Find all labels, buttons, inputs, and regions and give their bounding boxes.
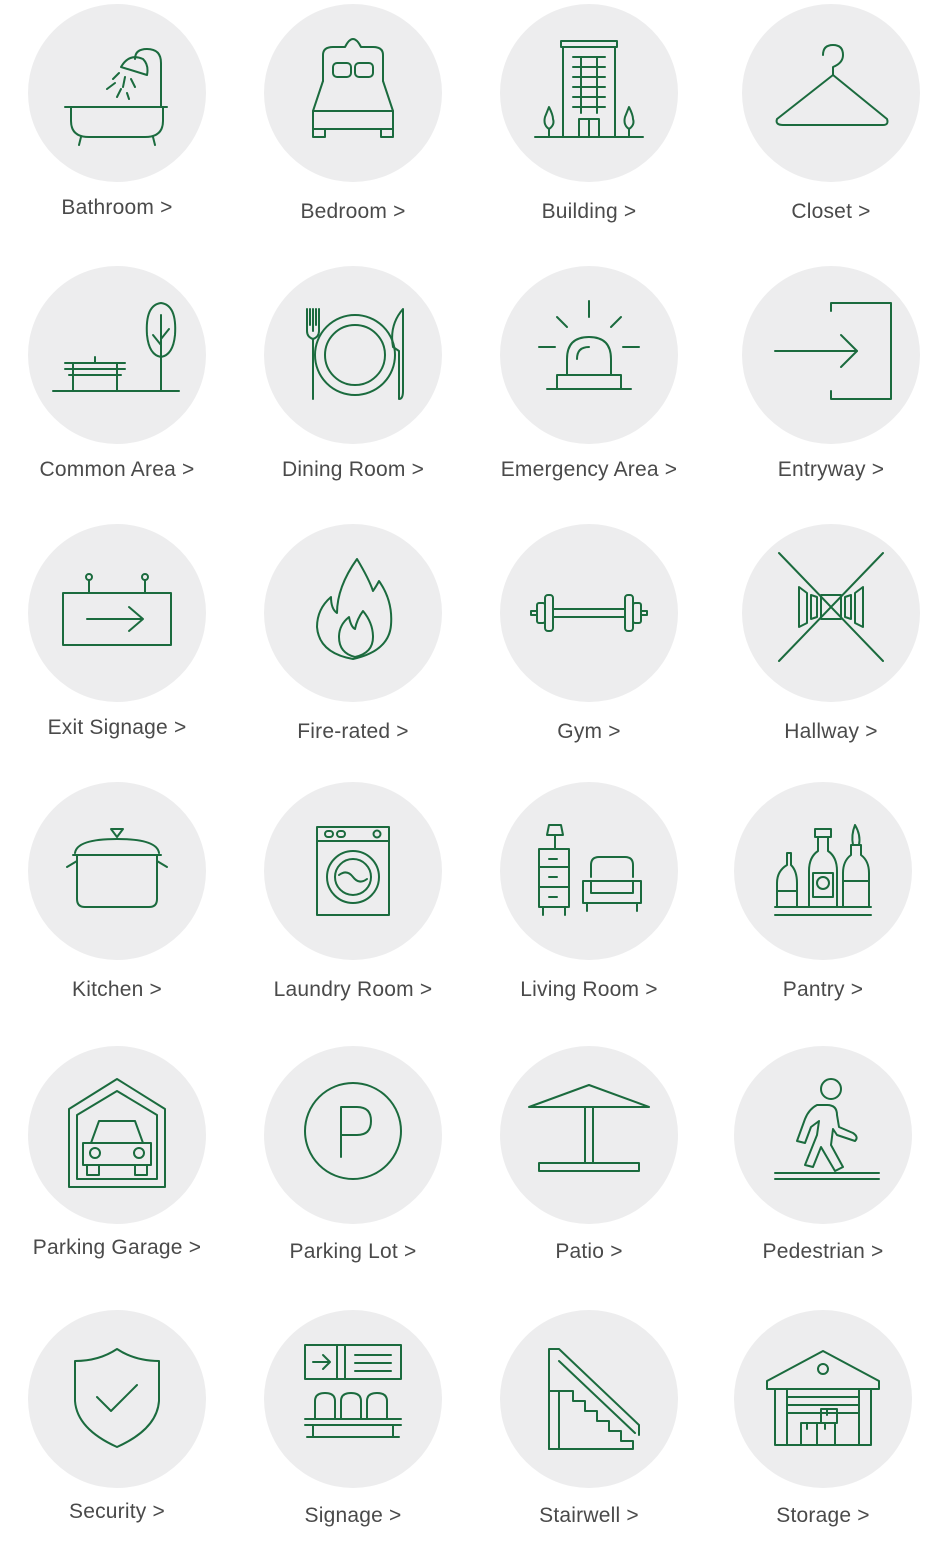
category-tile-signage[interactable]: Signage > [238, 1310, 468, 1550]
bed-icon [264, 4, 442, 182]
category-label: Signage > [304, 1504, 402, 1527]
category-tile-bathroom[interactable]: Bathroom > [2, 4, 232, 244]
category-tile-stairwell[interactable]: Stairwell > [474, 1310, 704, 1550]
category-tile-hallway[interactable]: Hallway > [716, 524, 938, 764]
category-label: Parking Lot > [289, 1240, 417, 1263]
category-tile-pedestrian[interactable]: Pedestrian > [708, 1046, 938, 1286]
category-tile-parking-lot[interactable]: Parking Lot > [238, 1046, 468, 1286]
flame-icon [264, 524, 442, 702]
dumbbell-icon [500, 524, 678, 702]
category-label: Parking Garage > [32, 1236, 202, 1259]
category-label: Exit Signage > [47, 716, 187, 739]
category-label: Living Room > [520, 978, 658, 1001]
category-label: Kitchen > [72, 978, 162, 1001]
category-label: Laundry Room > [273, 978, 433, 1001]
category-tile-closet[interactable]: Closet > [716, 4, 938, 244]
staircase-icon [500, 1310, 678, 1488]
hanging-arrow-sign-icon [28, 524, 206, 702]
category-tile-gym[interactable]: Gym > [474, 524, 704, 764]
warehouse-boxes-icon [734, 1310, 912, 1488]
category-label: Pedestrian > [762, 1240, 884, 1263]
category-label: Pantry > [782, 978, 864, 1001]
category-label: Entryway > [777, 458, 885, 481]
category-tile-dining-room[interactable]: Dining Room > [238, 266, 468, 506]
siren-icon [500, 266, 678, 444]
category-tile-common-area[interactable]: Common Area > [2, 266, 232, 506]
category-tile-kitchen[interactable]: Kitchen > [2, 782, 232, 1022]
category-label: Dining Room > [281, 458, 425, 481]
category-label: Bedroom > [300, 200, 406, 223]
category-tile-patio[interactable]: Patio > [474, 1046, 704, 1286]
category-tile-parking-garage[interactable]: Parking Garage > [2, 1046, 232, 1286]
building-icon [500, 4, 678, 182]
category-tile-entryway[interactable]: Entryway > [716, 266, 938, 506]
category-label: Gym > [557, 720, 621, 743]
category-tile-pantry[interactable]: Pantry > [708, 782, 938, 1022]
category-label: Fire-rated > [297, 720, 409, 743]
hanger-icon [742, 4, 920, 182]
enter-door-icon [742, 266, 920, 444]
garage-car-icon [28, 1046, 206, 1224]
cooking-pot-icon [28, 782, 206, 960]
category-label: Security > [69, 1500, 165, 1523]
category-tile-fire-rated[interactable]: Fire-rated > [238, 524, 468, 764]
plate-fork-knife-icon [264, 266, 442, 444]
category-label: Storage > [776, 1504, 870, 1527]
category-tile-living-room[interactable]: Living Room > [474, 782, 704, 1022]
category-tile-building[interactable]: Building > [474, 4, 704, 244]
parking-p-icon [264, 1046, 442, 1224]
category-tile-storage[interactable]: Storage > [708, 1310, 938, 1550]
washing-machine-icon [264, 782, 442, 960]
walking-person-icon [734, 1046, 912, 1224]
lamp-armchair-icon [500, 782, 678, 960]
patio-umbrella-icon [500, 1046, 678, 1224]
category-label: Closet > [791, 200, 871, 223]
category-label: Stairwell > [539, 1504, 639, 1527]
category-label: Hallway > [784, 720, 878, 743]
category-tile-emergency-area[interactable]: Emergency Area > [474, 266, 704, 506]
bottles-shelf-icon [734, 782, 912, 960]
category-tile-bedroom[interactable]: Bedroom > [238, 4, 468, 244]
category-tile-exit-signage[interactable]: Exit Signage > [2, 524, 232, 764]
category-label: Building > [541, 200, 637, 223]
hallway-perspective-icon [742, 524, 920, 702]
bathtub-shower-icon [28, 4, 206, 182]
category-tile-security[interactable]: Security > [2, 1310, 232, 1550]
category-label: Patio > [555, 1240, 623, 1263]
category-label: Bathroom > [61, 196, 173, 219]
category-label: Common Area > [39, 458, 195, 481]
park-bench-tree-icon [28, 266, 206, 444]
waiting-area-sign-icon [264, 1310, 442, 1488]
category-label: Emergency Area > [500, 458, 678, 481]
shield-check-icon [28, 1310, 206, 1488]
category-tile-laundry-room[interactable]: Laundry Room > [238, 782, 468, 1022]
